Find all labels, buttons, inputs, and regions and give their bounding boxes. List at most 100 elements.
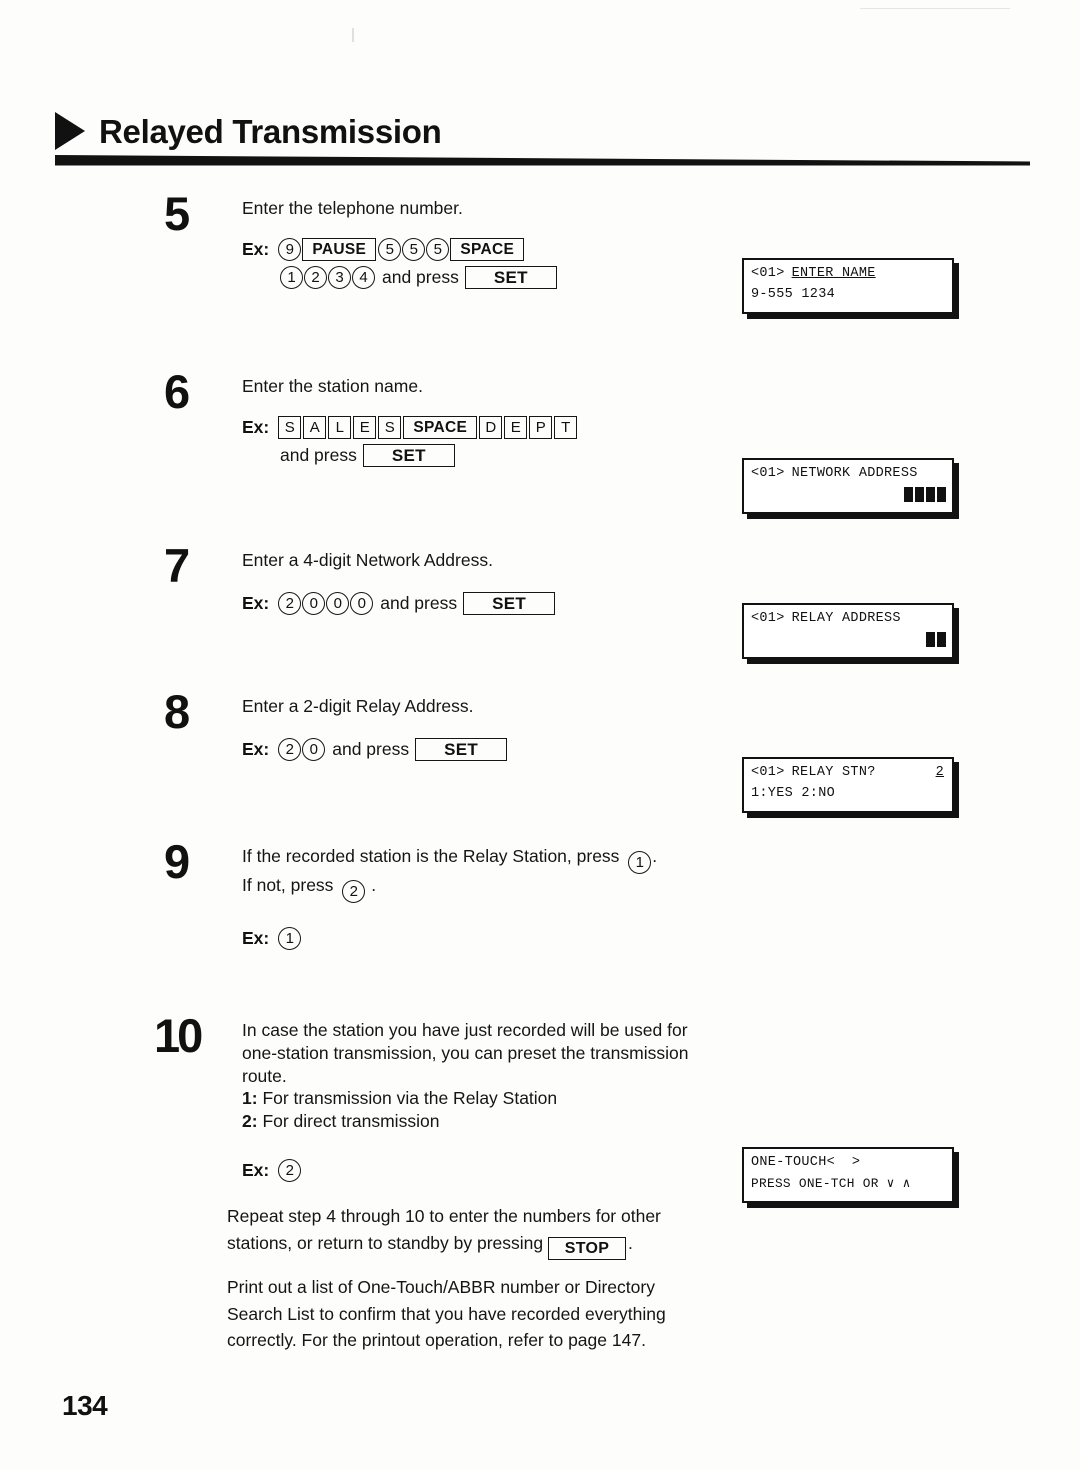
key-0-c[interactable]: 0: [350, 592, 374, 616]
key-2[interactable]: 2: [304, 266, 327, 290]
step-9: 9 If the recorded station is the Relay S…: [160, 835, 740, 950]
scan-artifact: [860, 8, 1010, 9]
lcd-prompt: ONE-TOUCH< >: [751, 1155, 861, 1170]
key-0-a[interactable]: 0: [302, 592, 326, 616]
and-press-text: and press: [280, 445, 357, 466]
key-set[interactable]: SET: [362, 444, 455, 468]
lcd-prompt: ENTER NAME: [791, 266, 876, 281]
step-10-option-2: 2: For direct transmission: [242, 1110, 720, 1133]
step-6-example-line-1: Ex: S A L E S SPACE D E P T: [242, 416, 579, 440]
and-press-text: and press: [380, 593, 458, 614]
key-9[interactable]: 9: [278, 238, 302, 262]
key-letter-l[interactable]: L: [328, 416, 352, 440]
cursor-block: [937, 486, 946, 502]
step-number: 10: [154, 1009, 203, 1062]
key-1[interactable]: 1: [280, 266, 303, 290]
lcd-cursor-blocks: [751, 631, 947, 647]
key-set[interactable]: SET: [463, 592, 556, 616]
step-9-line-2-period: .: [371, 875, 377, 895]
cursor-block: [904, 486, 913, 502]
lcd-line-1: <01> ENTER NAME: [751, 264, 947, 285]
lcd-hint: PRESS ONE-TCH OR ∨ ∧: [751, 1175, 911, 1191]
option-1-number: 1:: [242, 1088, 258, 1109]
step-10-example: Ex: 2: [242, 1158, 720, 1182]
option-2-number: 2:: [242, 1111, 258, 1131]
lcd-line-1: <01> RELAY STN? 2: [751, 763, 947, 784]
lcd-prompt: RELAY STN?: [791, 765, 876, 780]
step-instruction: Enter a 4-digit Network Address.: [242, 550, 493, 570]
key-letter-e2[interactable]: E: [504, 416, 528, 440]
lcd-line-2: 9-555 1234: [751, 285, 947, 306]
key-letter-p[interactable]: P: [529, 416, 553, 440]
step-8: 8 Enter a 2-digit Relay Address. Ex: 2 0…: [160, 685, 740, 762]
lcd-cursor-blocks: [751, 486, 947, 502]
step-number: 9: [164, 835, 190, 888]
step-5-example-line-1: Ex: 9 PAUSE 5 5 5 SPACE: [242, 238, 559, 262]
lcd-value: 9-555 1234: [751, 286, 836, 302]
lcd-line-2: 1:YES 2:NO: [751, 784, 947, 805]
header-rule: [55, 155, 1030, 166]
key-2[interactable]: 2: [278, 738, 302, 762]
key-2[interactable]: 2: [278, 592, 302, 616]
example-label: Ex:: [242, 417, 270, 438]
key-pause[interactable]: PAUSE: [302, 238, 377, 262]
key-2[interactable]: 2: [342, 880, 366, 903]
key-5-a[interactable]: 5: [378, 238, 402, 262]
key-0-b[interactable]: 0: [326, 592, 350, 616]
cursor-block: [926, 631, 935, 647]
and-press-text: and press: [382, 267, 459, 288]
key-space[interactable]: SPACE: [450, 238, 525, 262]
key-letter-s1[interactable]: S: [278, 416, 302, 440]
step-9-line-1-text: If the recorded station is the Relay Sta…: [242, 846, 620, 866]
key-5-c[interactable]: 5: [426, 238, 450, 262]
key-space[interactable]: SPACE: [403, 416, 478, 440]
example-label: Ex:: [242, 1159, 270, 1180]
key-letter-d[interactable]: D: [479, 416, 503, 440]
step-number: 8: [164, 685, 190, 738]
lcd-line-2: PRESS ONE-TCH OR ∨ ∧: [751, 1174, 947, 1194]
step-9-line-2-text: If not, press: [242, 875, 334, 895]
step-8-example-line-1: Ex: 2 0 and press SET: [242, 738, 509, 762]
key-set[interactable]: SET: [464, 266, 557, 290]
step-instruction: Enter a 2-digit Relay Address.: [242, 696, 474, 716]
repeat-paragraph: Repeat step 4 through 10 to enter the nu…: [227, 1203, 712, 1261]
step-7: 7 Enter a 4-digit Network Address. Ex: 2…: [160, 539, 740, 616]
key-1[interactable]: 1: [278, 927, 302, 950]
key-3[interactable]: 3: [328, 266, 351, 290]
key-letter-e1[interactable]: E: [353, 416, 377, 440]
example-label: Ex:: [242, 593, 270, 614]
step-number: 7: [164, 539, 190, 592]
key-letter-t[interactable]: T: [554, 416, 578, 440]
step-9-line-1: If the recorded station is the Relay Sta…: [242, 845, 657, 874]
lcd-station-index: <01>: [751, 266, 785, 281]
example-label: Ex:: [242, 239, 270, 260]
lcd-selected-value: 2: [935, 765, 944, 780]
key-1[interactable]: 1: [628, 851, 652, 874]
lcd-station-index: <01>: [751, 765, 785, 780]
lcd-station-index: <01>: [751, 611, 785, 626]
page-number: 134: [62, 1390, 108, 1421]
lcd-prompt: NETWORK ADDRESS: [791, 466, 918, 481]
option-2-text: For direct transmission: [262, 1111, 440, 1131]
key-set[interactable]: SET: [415, 738, 508, 762]
example-label: Ex:: [242, 739, 270, 760]
key-0[interactable]: 0: [302, 738, 326, 762]
key-letter-s2[interactable]: S: [378, 416, 402, 440]
step-instruction: Enter the telephone number.: [242, 198, 463, 218]
lcd-relay-stn: <01> RELAY STN? 2 1:YES 2:NO: [742, 757, 954, 813]
key-5-b[interactable]: 5: [402, 238, 426, 262]
key-4[interactable]: 4: [352, 266, 375, 290]
lcd-line-1: ONE-TOUCH< >: [751, 1153, 947, 1174]
page-title: Relayed Transmission: [99, 113, 442, 150]
step-instruction: Enter the station name.: [242, 376, 423, 396]
key-letter-a[interactable]: A: [303, 416, 327, 440]
option-1-text: For transmission via the Relay Station: [262, 1088, 558, 1109]
lcd-options: 1:YES 2:NO: [751, 785, 836, 801]
key-stop[interactable]: STOP: [548, 1237, 627, 1261]
page-header: Relayed Transmission: [55, 112, 1030, 171]
step-10-body: In case the station you have just record…: [242, 1020, 689, 1086]
step-10: 10 In case the station you have just rec…: [150, 1009, 730, 1182]
lcd-station-index: <01>: [751, 466, 785, 481]
key-2[interactable]: 2: [278, 1158, 302, 1182]
lcd-relay-address: <01> RELAY ADDRESS: [742, 603, 954, 659]
